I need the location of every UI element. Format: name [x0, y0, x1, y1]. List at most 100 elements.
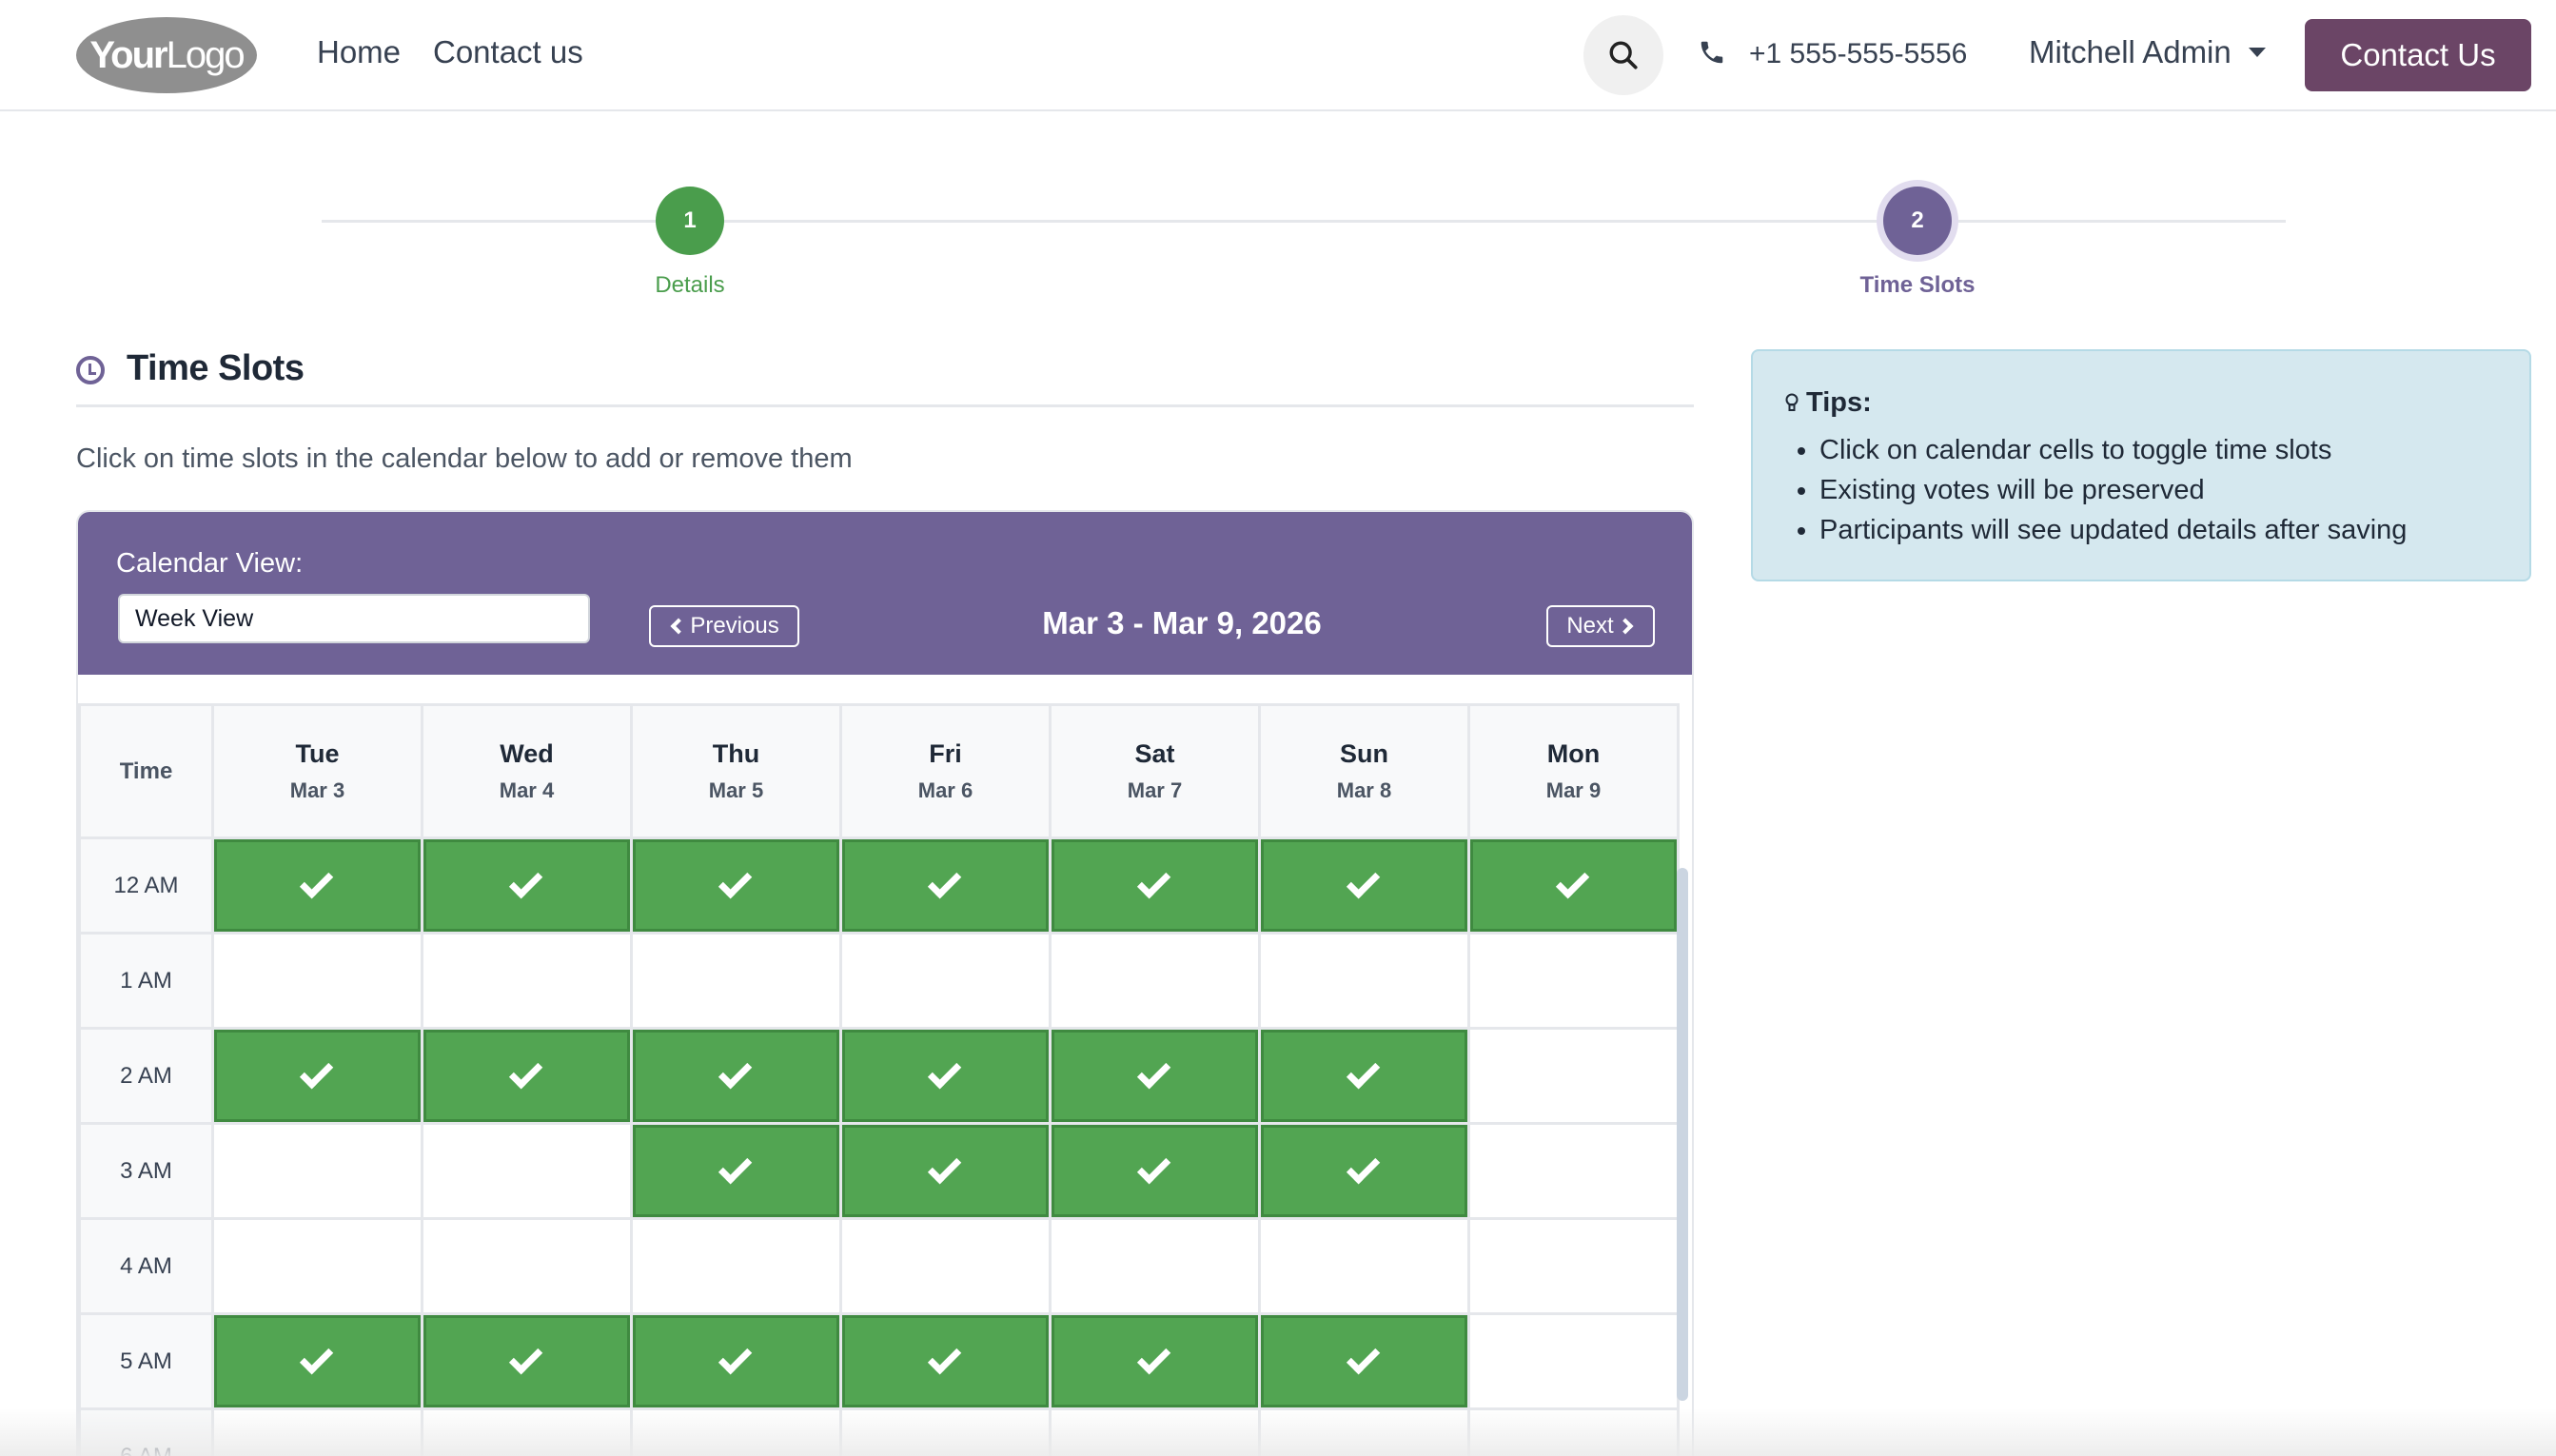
next-button[interactable]: Next — [1546, 605, 1655, 647]
time-label: 4 AM — [78, 1217, 214, 1315]
check-icon — [1136, 1150, 1170, 1184]
tip-item: Existing votes will be preserved — [1819, 475, 2407, 505]
step-1-circle[interactable]: 1 — [656, 187, 724, 255]
nav-home-link[interactable]: Home — [317, 34, 401, 70]
day-name: Sat — [1134, 739, 1175, 768]
tips-list: Click on calendar cells to toggle time s… — [1819, 435, 2407, 555]
time-slot-selected[interactable] — [211, 836, 423, 935]
time-slot-selected[interactable] — [1258, 836, 1470, 935]
calendar-body: 12 AM1 AM2 AM3 AM4 AM5 AM6 AM — [78, 836, 1680, 1456]
check-icon — [508, 864, 542, 898]
user-menu-dropdown[interactable]: Mitchell Admin — [2029, 34, 2266, 70]
check-icon — [1346, 1054, 1380, 1089]
time-slot-empty[interactable] — [630, 1217, 842, 1315]
time-slot-selected[interactable] — [211, 1312, 423, 1410]
time-slot-selected[interactable] — [1049, 1027, 1261, 1125]
time-slot-empty[interactable] — [1258, 932, 1470, 1030]
day-header-mon: Mon Mar 9 — [1467, 703, 1680, 839]
day-date: Mar 3 — [289, 778, 345, 802]
time-slot-empty[interactable] — [839, 1217, 1052, 1315]
calendar-header: Calendar View: Week View Previous Mar 3 … — [78, 512, 1692, 675]
time-slot-empty[interactable] — [1467, 1027, 1680, 1125]
time-slot-selected[interactable] — [839, 836, 1052, 935]
time-slot-selected[interactable] — [421, 1312, 633, 1410]
time-slot-empty[interactable] — [1467, 932, 1680, 1030]
time-slot-selected[interactable] — [1049, 1312, 1261, 1410]
contact-us-button[interactable]: Contact Us — [2305, 19, 2531, 91]
time-slot-selected[interactable] — [1049, 836, 1261, 935]
search-icon — [1609, 41, 1638, 69]
nav-contact-link[interactable]: Contact us — [433, 34, 583, 70]
time-row: 2 AM — [78, 1027, 1680, 1125]
time-slot-empty[interactable] — [421, 1122, 633, 1220]
check-icon — [299, 1340, 333, 1374]
time-row: 1 AM — [78, 932, 1680, 1030]
time-slot-selected[interactable] — [1467, 836, 1680, 935]
logo[interactable]: Your Logo — [76, 17, 257, 93]
time-slot-selected[interactable] — [630, 1122, 842, 1220]
time-row: 12 AM — [78, 836, 1680, 935]
time-slot-selected[interactable] — [630, 1312, 842, 1410]
day-header-fri: Fri Mar 6 — [839, 703, 1052, 839]
time-label: 2 AM — [78, 1027, 214, 1125]
check-icon — [1136, 1340, 1170, 1374]
caret-down-icon — [2248, 48, 2266, 57]
day-name: Mon — [1546, 739, 1601, 768]
time-slot-selected[interactable] — [421, 1027, 633, 1125]
check-icon — [508, 1054, 542, 1089]
time-label: 12 AM — [78, 836, 214, 935]
time-slot-empty[interactable] — [1258, 1217, 1470, 1315]
search-button[interactable] — [1583, 15, 1663, 95]
page-bottom-fade — [0, 1408, 2556, 1456]
time-slot-selected[interactable] — [630, 836, 842, 935]
time-slot-empty[interactable] — [1467, 1122, 1680, 1220]
time-slot-selected[interactable] — [1258, 1122, 1470, 1220]
calendar-grid: Time Tue Mar 3 Wed Mar 4 Thu Mar 5 Fri Mar 6 Sat… — [78, 703, 1680, 1456]
time-slot-selected[interactable] — [1258, 1312, 1470, 1410]
calendar-grid-scroll[interactable]: Time Tue Mar 3 Wed Mar 4 Thu Mar 5 Fri Mar 6 Sat… — [78, 675, 1692, 1456]
time-slot-empty[interactable] — [211, 932, 423, 1030]
time-slot-selected[interactable] — [421, 836, 633, 935]
check-icon — [927, 864, 961, 898]
time-slot-selected[interactable] — [839, 1027, 1052, 1125]
time-label: 5 AM — [78, 1312, 214, 1410]
day-header-thu: Thu Mar 5 — [630, 703, 842, 839]
check-icon — [718, 864, 752, 898]
time-slot-selected[interactable] — [839, 1122, 1052, 1220]
phone-number[interactable]: +1 555-555-5556 — [1749, 38, 1967, 70]
time-slot-selected[interactable] — [839, 1312, 1052, 1410]
check-icon — [1346, 864, 1380, 898]
time-slot-empty[interactable] — [421, 932, 633, 1030]
time-slot-empty[interactable] — [211, 1122, 423, 1220]
time-slot-empty[interactable] — [421, 1217, 633, 1315]
time-slot-selected[interactable] — [211, 1027, 423, 1125]
time-slot-empty[interactable] — [211, 1217, 423, 1315]
time-slot-empty[interactable] — [630, 932, 842, 1030]
time-column-header: Time — [78, 703, 214, 839]
day-date: Mar 9 — [1545, 778, 1602, 802]
step-2-circle: 2 — [1883, 187, 1952, 255]
time-slot-empty[interactable] — [1467, 1217, 1680, 1315]
time-label: 1 AM — [78, 932, 214, 1030]
check-icon — [1136, 1054, 1170, 1089]
time-slot-empty[interactable] — [1049, 932, 1261, 1030]
calendar-view-select[interactable]: Week View — [118, 594, 590, 643]
calendar-head-row: Time Tue Mar 3 Wed Mar 4 Thu Mar 5 Fri Mar 6 Sat… — [78, 703, 1680, 839]
day-date: Mar 5 — [708, 778, 764, 802]
logo-text-bold: Your — [89, 33, 167, 76]
time-row: 3 AM — [78, 1122, 1680, 1220]
time-slot-empty[interactable] — [839, 932, 1052, 1030]
day-header-sat: Sat Mar 7 — [1049, 703, 1261, 839]
time-label: 3 AM — [78, 1122, 214, 1220]
time-slot-selected[interactable] — [1049, 1122, 1261, 1220]
tips-heading: Tips: — [1785, 387, 1872, 419]
time-slot-selected[interactable] — [1258, 1027, 1470, 1125]
previous-button[interactable]: Previous — [649, 605, 799, 647]
tip-item: Participants will see updated details af… — [1819, 515, 2407, 545]
calendar-scrollbar[interactable] — [1677, 868, 1688, 1401]
time-slot-empty[interactable] — [1467, 1312, 1680, 1410]
check-icon — [718, 1340, 752, 1374]
time-slot-selected[interactable] — [630, 1027, 842, 1125]
step-1-label[interactable]: Details — [576, 272, 804, 299]
time-slot-empty[interactable] — [1049, 1217, 1261, 1315]
